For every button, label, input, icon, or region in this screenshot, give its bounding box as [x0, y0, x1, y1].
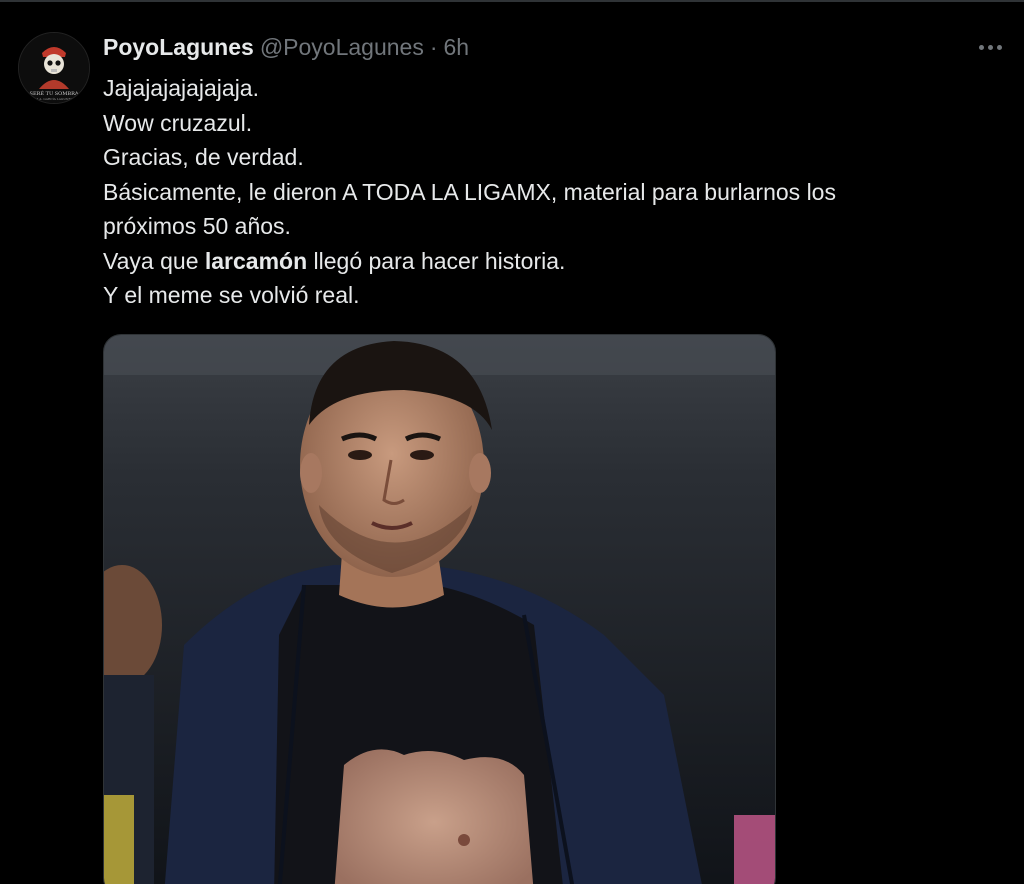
- more-horizontal-icon: [978, 44, 984, 50]
- avatar-subtext: M.A. GARCÍA LAGUNES: [35, 96, 72, 101]
- tweet-line: próximos 50 años.: [103, 213, 291, 239]
- tweet-line: Wow cruzazul.: [103, 109, 253, 136]
- bold-text: larcamón: [204, 247, 308, 274]
- tweet-timestamp[interactable]: 6h: [444, 34, 470, 61]
- tweet-line: Jajajajajajajaja.: [103, 75, 259, 101]
- tweet-header: PoyoLagunes @PoyoLagunes · 6h: [103, 32, 469, 62]
- tweet-line: Básicamente, le dieron A TODA LA LIGAMX,…: [103, 178, 836, 205]
- tweet-line: Vaya que larcamón llegó para hacer histo…: [103, 244, 983, 279]
- more-options-button[interactable]: [972, 32, 1008, 62]
- photo-image: [104, 335, 775, 884]
- tweet[interactable]: SERÉ TU SOMBRA M.A. GARCÍA LAGUNES PoyoL…: [0, 0, 1024, 884]
- more-horizontal-icon: [996, 44, 1002, 50]
- tweet-media-photo[interactable]: [103, 334, 776, 884]
- user-handle[interactable]: @PoyoLagunes: [260, 34, 424, 61]
- avatar[interactable]: SERÉ TU SOMBRA M.A. GARCÍA LAGUNES: [18, 32, 90, 104]
- tweet-line-suffix: llegó para hacer historia.: [307, 247, 566, 274]
- tweet-line: Y el meme se volvió real.: [103, 282, 360, 308]
- separator-dot: ·: [429, 33, 438, 60]
- tweet-line-prefix: Vaya que: [103, 247, 205, 274]
- tweet-text: Jajajajajajajaja. Wow cruzazul. Gracias,…: [103, 71, 983, 313]
- more-horizontal-icon: [987, 44, 993, 50]
- display-name[interactable]: PoyoLagunes: [103, 34, 254, 61]
- avatar-image: SERÉ TU SOMBRA M.A. GARCÍA LAGUNES: [19, 33, 89, 103]
- tweet-line: Gracias, de verdad.: [103, 144, 304, 170]
- avatar-text: SERÉ TU SOMBRA: [30, 89, 79, 97]
